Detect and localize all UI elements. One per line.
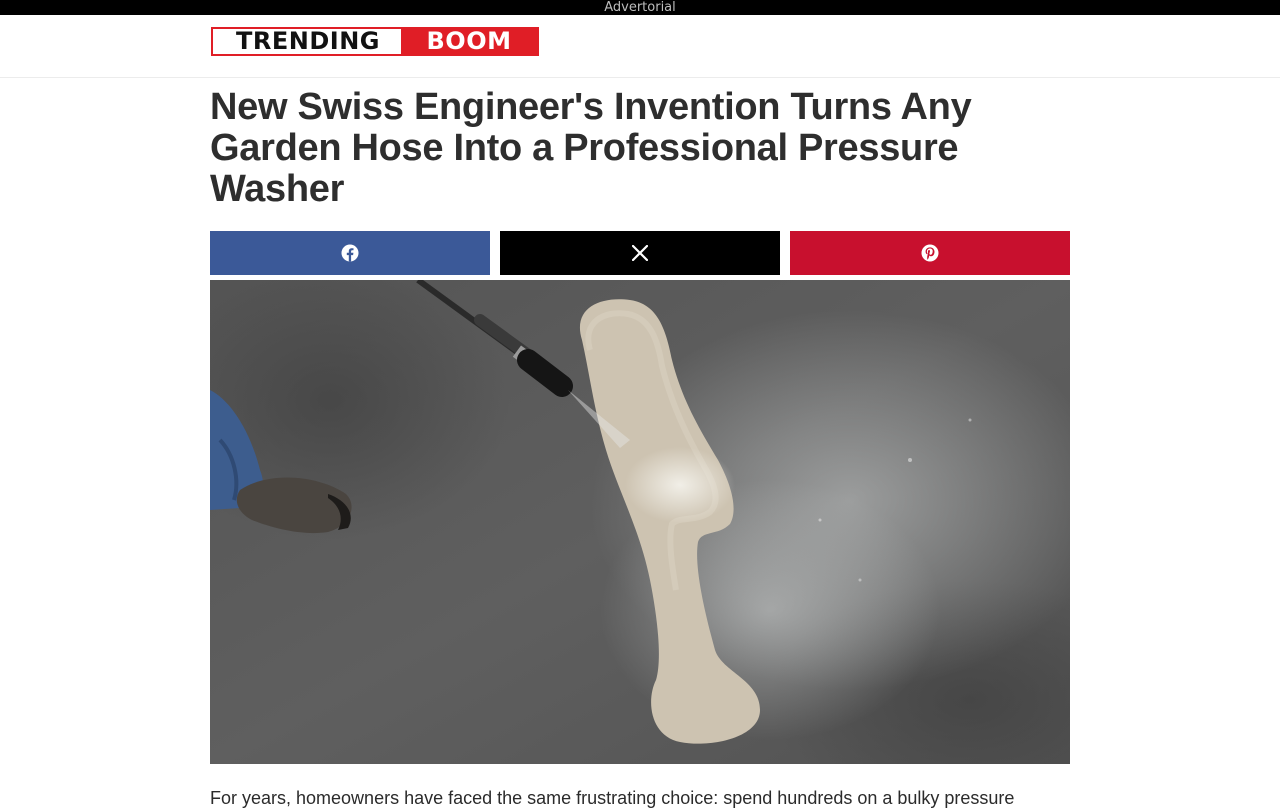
article-intro: For years, homeowners have faced the sam…: [210, 788, 1015, 808]
facebook-icon: [341, 244, 359, 262]
logo-text-boom: BOOM: [401, 29, 537, 54]
logo-text-trending: TRENDING: [213, 29, 401, 54]
advertorial-bar: Advertorial: [0, 0, 1280, 15]
share-x-button[interactable]: [500, 231, 780, 275]
pinterest-icon: [921, 244, 939, 262]
x-icon: [632, 245, 648, 261]
share-facebook-button[interactable]: [210, 231, 490, 275]
advertorial-label: Advertorial: [604, 0, 676, 15]
site-logo[interactable]: TRENDING BOOM: [211, 27, 539, 56]
article-title: New Swiss Engineer's Invention Turns Any…: [210, 86, 972, 210]
hero-image: [210, 280, 1070, 764]
site-header: TRENDING BOOM: [0, 15, 1280, 78]
pressure-washer-photo: [210, 280, 1070, 764]
share-buttons: [210, 231, 1070, 275]
share-pinterest-button[interactable]: [790, 231, 1070, 275]
